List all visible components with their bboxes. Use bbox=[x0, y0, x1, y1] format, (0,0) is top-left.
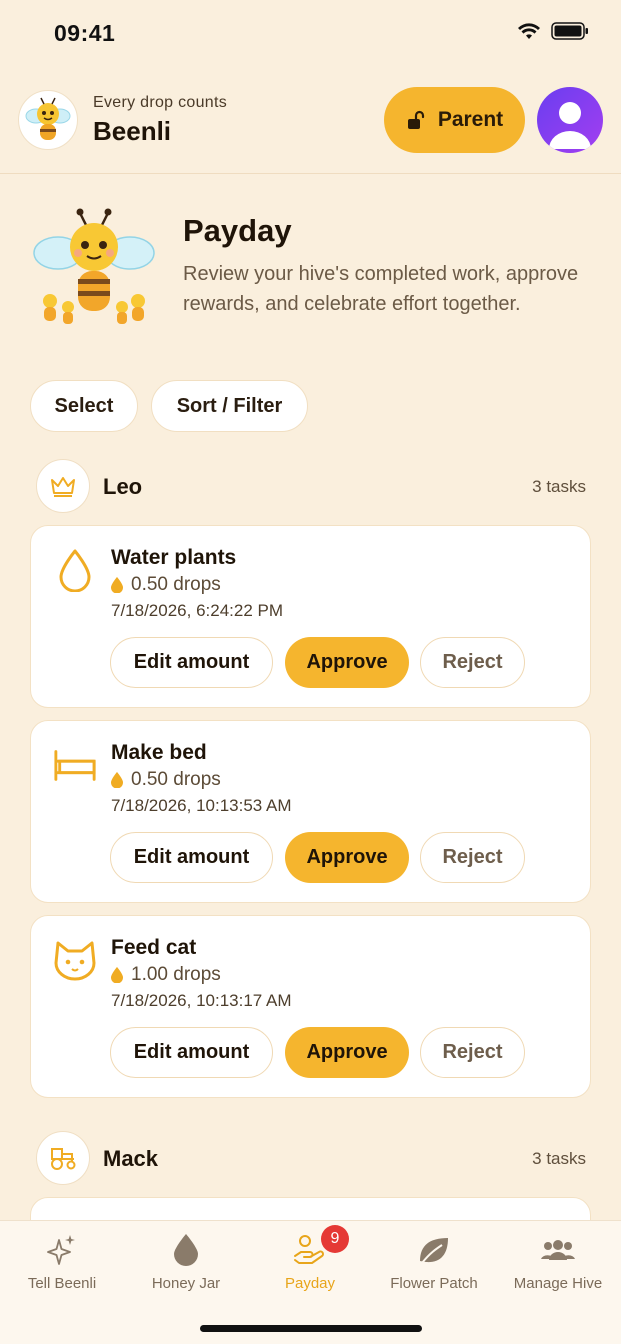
app-name: Beenli bbox=[93, 116, 172, 146]
sort-filter-button[interactable]: Sort / Filter bbox=[151, 380, 308, 432]
notification-badge: 9 bbox=[321, 1225, 349, 1253]
approve-button[interactable]: Approve bbox=[285, 1027, 409, 1078]
drop-icon bbox=[111, 772, 123, 788]
battery-icon bbox=[551, 22, 588, 40]
drop-icon bbox=[111, 577, 123, 593]
tab-label: Flower Patch bbox=[390, 1275, 478, 1292]
cat-icon bbox=[53, 938, 97, 982]
tab-tell-beenli[interactable]: Tell Beenli bbox=[0, 1221, 124, 1311]
tab-label: Payday bbox=[284, 1275, 336, 1292]
task-amount: 0.50 drops bbox=[111, 769, 221, 791]
crown-icon bbox=[36, 459, 90, 513]
approve-button[interactable]: Approve bbox=[285, 832, 409, 883]
task-amount: 1.00 drops bbox=[111, 964, 221, 986]
profile-avatar-button[interactable] bbox=[537, 87, 603, 153]
drop-icon bbox=[174, 1233, 198, 1267]
task-card: Make bed 0.50 drops 7/18/2026, 10:13:53 … bbox=[30, 720, 591, 903]
tab-label: Honey Jar bbox=[151, 1275, 221, 1292]
task-title: Make bed bbox=[111, 741, 207, 764]
status-bar: 09:41 bbox=[0, 0, 621, 70]
sparkles-icon bbox=[47, 1233, 77, 1267]
unlock-icon bbox=[407, 110, 424, 129]
bee-logo bbox=[18, 90, 78, 150]
bee-family-illustration bbox=[30, 205, 160, 335]
wifi-icon bbox=[518, 23, 540, 39]
task-date: 7/18/2026, 10:13:53 AM bbox=[111, 796, 292, 815]
tagline: Every drop counts bbox=[93, 94, 228, 111]
tab-label: Tell Beenli bbox=[27, 1275, 97, 1292]
status-time: 09:41 bbox=[54, 20, 116, 46]
tractor-icon bbox=[36, 1131, 90, 1185]
user-icon bbox=[549, 102, 591, 149]
task-card: Water plants 0.50 drops 7/18/2026, 6:24:… bbox=[30, 525, 591, 708]
people-icon bbox=[540, 1233, 576, 1267]
edit-amount-button[interactable]: Edit amount bbox=[110, 1027, 273, 1078]
status-icons bbox=[517, 22, 589, 40]
task-date: 7/18/2026, 10:13:17 AM bbox=[111, 991, 292, 1010]
task-title: Water plants bbox=[111, 546, 237, 569]
approve-button[interactable]: Approve bbox=[285, 637, 409, 688]
drop-icon bbox=[111, 967, 123, 983]
parent-label: Parent bbox=[437, 108, 504, 131]
task-date: 7/18/2026, 6:24:22 PM bbox=[111, 601, 284, 620]
app-header: Every drop counts Beenli Parent bbox=[0, 82, 621, 174]
amount-text: 1.00 drops bbox=[131, 964, 221, 985]
tab-manage-hive[interactable]: Manage Hive bbox=[496, 1221, 620, 1311]
hand-coin-icon: 9 bbox=[293, 1225, 349, 1267]
tab-payday[interactable]: 9 Payday bbox=[248, 1221, 372, 1311]
page-subtitle: Review your hive's completed work, appro… bbox=[183, 263, 579, 315]
task-count: 3 tasks bbox=[532, 477, 586, 496]
reject-button[interactable]: Reject bbox=[420, 832, 525, 883]
child-section-header-leo[interactable]: Leo 3 tasks bbox=[36, 459, 586, 513]
reject-button[interactable]: Reject bbox=[420, 1027, 525, 1078]
edit-amount-button[interactable]: Edit amount bbox=[110, 832, 273, 883]
select-button[interactable]: Select bbox=[30, 380, 138, 432]
water-drop-icon bbox=[53, 548, 97, 592]
tab-flower-patch[interactable]: Flower Patch bbox=[372, 1221, 496, 1311]
child-name: Leo bbox=[103, 474, 143, 499]
home-indicator bbox=[200, 1325, 422, 1332]
tab-honey-jar[interactable]: Honey Jar bbox=[124, 1221, 248, 1311]
tab-label: Manage Hive bbox=[513, 1275, 603, 1292]
leaf-icon bbox=[418, 1233, 450, 1267]
task-count: 3 tasks bbox=[532, 1149, 586, 1168]
page-title: Payday bbox=[183, 213, 292, 248]
amount-text: 0.50 drops bbox=[131, 769, 221, 790]
child-name: Mack bbox=[103, 1146, 159, 1171]
task-amount: 0.50 drops bbox=[111, 574, 221, 596]
amount-text: 0.50 drops bbox=[131, 574, 221, 595]
edit-amount-button[interactable]: Edit amount bbox=[110, 637, 273, 688]
reject-button[interactable]: Reject bbox=[420, 637, 525, 688]
parent-mode-button[interactable]: Parent bbox=[384, 87, 525, 153]
task-title: Feed cat bbox=[111, 936, 197, 959]
child-section-header-mack[interactable]: Mack 3 tasks bbox=[36, 1131, 586, 1185]
bed-icon bbox=[53, 743, 97, 787]
task-card: Feed cat 1.00 drops 7/18/2026, 10:13:17 … bbox=[30, 915, 591, 1098]
